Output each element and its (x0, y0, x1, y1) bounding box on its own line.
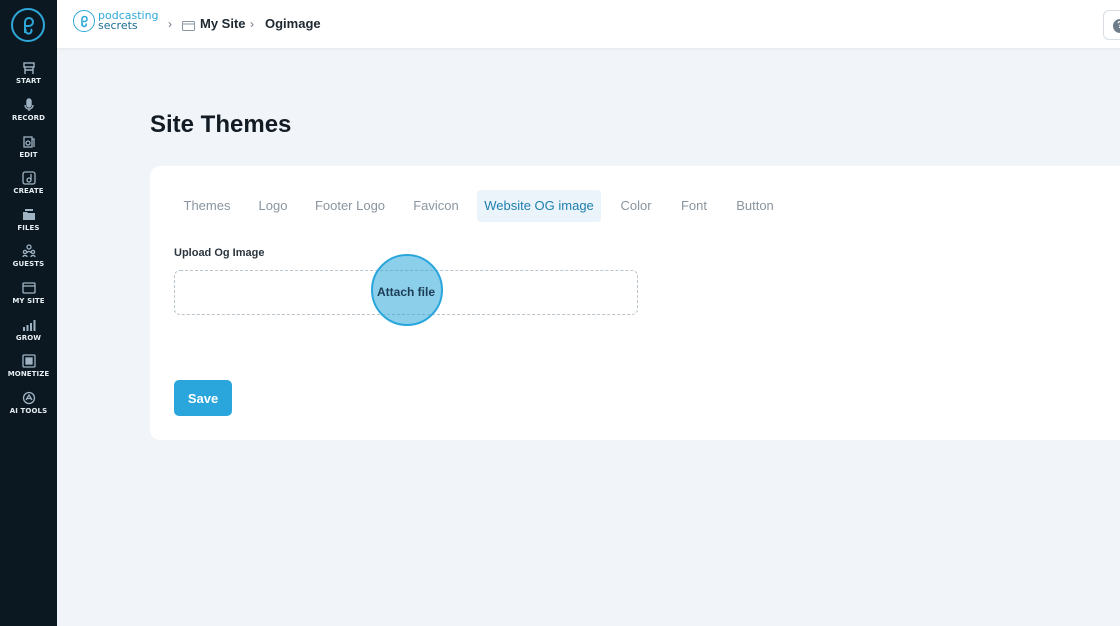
sidebar-item-label: GROW (15, 334, 42, 342)
folder-icon (22, 208, 36, 222)
sidebar-item-my-site[interactable]: MY SITE (0, 281, 57, 311)
music-note-icon (21, 171, 36, 185)
page-title: Site Themes (150, 111, 292, 138)
breadcrumb-my-site[interactable]: My Site (200, 16, 246, 31)
sidebar-item-label: START (15, 77, 42, 85)
sidebar-item-grow[interactable]: GROW (0, 318, 57, 348)
chevron-right-icon: › (168, 17, 172, 31)
sidebar-item-label: RECORD (11, 114, 46, 122)
brand-line-2: secrets (98, 19, 138, 32)
themes-card: Themes Logo Footer Logo Favicon Website … (150, 166, 1120, 440)
tab-website-og-image[interactable]: Website OG image (477, 190, 601, 222)
sidebar-item-ai-tools[interactable]: AI TOOLS (0, 391, 57, 421)
chart-icon (22, 318, 36, 332)
sidebar-item-files[interactable]: FILES (0, 208, 57, 238)
tab-logo[interactable]: Logo (248, 190, 298, 222)
app-logo-icon[interactable] (11, 8, 45, 42)
sidebar-item-guests[interactable]: GUESTS (0, 244, 57, 274)
og-image-dropzone[interactable]: Attach file (174, 254, 638, 326)
sidebar-item-record[interactable]: RECORD (0, 98, 57, 128)
tab-footer-logo[interactable]: Footer Logo (306, 190, 394, 222)
microphone-icon (22, 98, 36, 112)
monetize-icon (21, 354, 36, 368)
sidebar-item-label: MONETIZE (7, 370, 50, 378)
sidebar-item-start[interactable]: START (0, 61, 57, 91)
attach-file-button[interactable]: Attach file (377, 285, 435, 299)
save-button[interactable]: Save (174, 380, 232, 416)
help-icon: ? (1113, 19, 1120, 33)
sidebar-item-edit[interactable]: EDIT (0, 135, 57, 165)
sidebar-item-monetize[interactable]: MONETIZE (0, 354, 57, 384)
brand-mark-icon (73, 10, 95, 32)
breadcrumb-current: Ogimage (265, 16, 321, 31)
tab-button[interactable]: Button (725, 190, 785, 222)
sidebar-item-label: AI TOOLS (9, 407, 48, 415)
tab-font[interactable]: Font (671, 190, 717, 222)
chevron-right-icon: › (250, 17, 254, 31)
top-header: podcasting secrets › My Site › Ogimage ? (57, 0, 1120, 48)
ai-icon (22, 391, 36, 405)
sidebar-item-create[interactable]: CREATE (0, 171, 57, 201)
edit-icon (22, 135, 36, 149)
brand-name: podcasting secrets (98, 10, 159, 32)
start-icon (22, 61, 36, 75)
upload-og-image-label: Upload Og Image (174, 247, 265, 259)
guests-icon (21, 244, 36, 258)
sidebar-item-label: GUESTS (12, 260, 45, 268)
tab-themes[interactable]: Themes (174, 190, 240, 222)
sidebar-item-label: FILES (17, 224, 40, 232)
sidebar: START RECORD EDIT CREATE FILES GUESTS MY… (0, 0, 57, 626)
tab-color[interactable]: Color (609, 190, 663, 222)
folder-icon (182, 18, 195, 31)
help-button[interactable]: ? (1103, 10, 1120, 40)
sidebar-item-label: MY SITE (12, 297, 45, 305)
site-icon (21, 281, 36, 295)
brand-logo[interactable]: podcasting secrets (73, 10, 159, 32)
sidebar-item-label: EDIT (19, 151, 38, 159)
sidebar-item-label: CREATE (13, 187, 44, 195)
tab-favicon[interactable]: Favicon (402, 190, 470, 222)
